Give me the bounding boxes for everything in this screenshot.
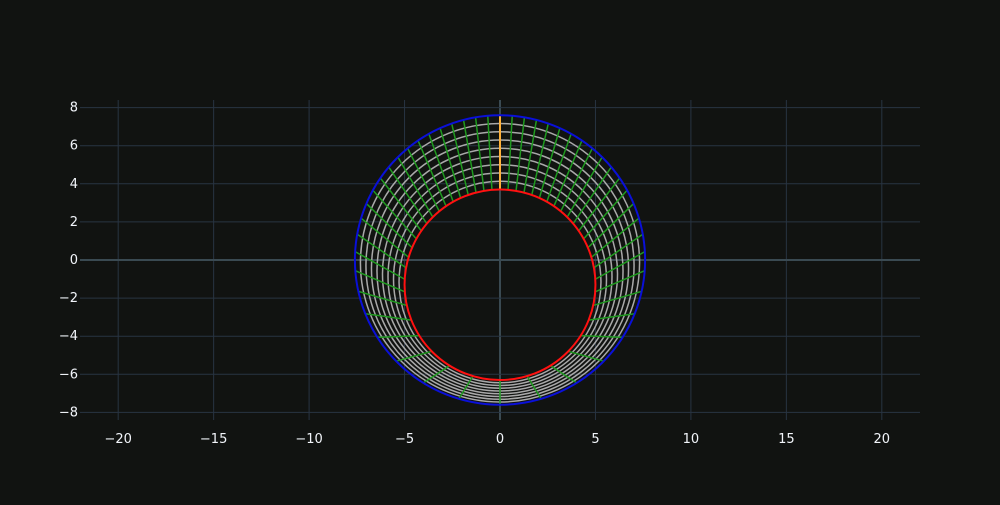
- y-tick-label: −8: [59, 405, 78, 420]
- field-line: [515, 117, 526, 191]
- chart: −20 −15 −10 −5 0 5 10 15 20 8 6 4 2 0 −2 −4 −6 −8: [0, 0, 1000, 500]
- y-tick-label: −2: [59, 291, 78, 306]
- field-line: [354, 251, 406, 280]
- field-line: [594, 251, 646, 280]
- x-tick-label: 5: [591, 432, 599, 447]
- chart-svg: −20 −15 −10 −5 0 5 10 15 2086420−2−4−6−8: [59, 100, 920, 447]
- x-tick-label: −10: [295, 432, 322, 447]
- x-tick-label: −15: [200, 432, 227, 447]
- x-tick-label: 10: [683, 432, 700, 447]
- x-tick-label: 15: [778, 432, 795, 447]
- field-line: [487, 115, 493, 190]
- x-tick-label: 0: [496, 432, 504, 447]
- y-tick-label: 0: [70, 253, 78, 268]
- field-line: [474, 117, 485, 191]
- x-tick-label: −5: [395, 432, 414, 447]
- y-tick-label: 2: [70, 215, 78, 230]
- y-tick-label: 4: [70, 177, 78, 192]
- x-tick-label: 20: [874, 432, 891, 447]
- axes: −20 −15 −10 −5 0 5 10 15 2086420−2−4−6−8: [59, 101, 890, 447]
- y-tick-label: −6: [59, 367, 78, 382]
- y-tick-label: 6: [70, 139, 78, 154]
- field-line: [507, 115, 513, 190]
- y-tick-label: 8: [70, 101, 78, 116]
- x-tick-label: −20: [104, 432, 131, 447]
- y-tick-label: −4: [59, 329, 78, 344]
